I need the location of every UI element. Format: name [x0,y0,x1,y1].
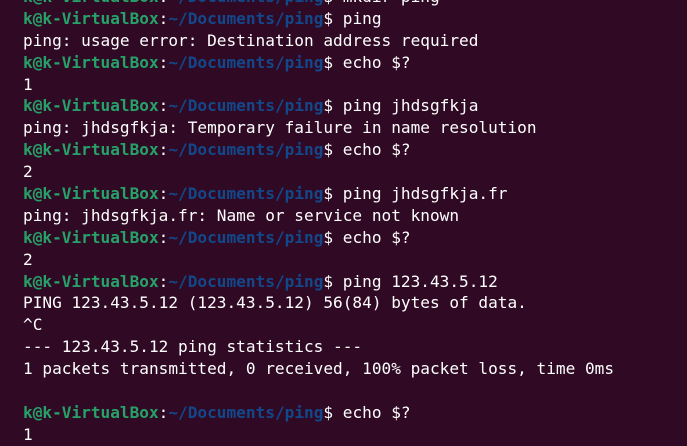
prompt-user-host: k@k-VirtualBox [23,184,159,204]
output-text: PING 123.43.5.12 (123.43.5.12) 56(84) by… [23,293,527,313]
command-text: mkdir ping [343,0,440,6]
output-line: 2 [23,161,687,183]
output-text: --- 123.43.5.12 ping statistics --- [23,337,363,357]
output-line: 1 [23,74,687,96]
prompt-path: ~/Documents/ping [168,271,324,291]
prompt-symbol: $ [323,0,342,6]
prompt-colon: : [159,0,169,6]
prompt-symbol: $ [323,184,343,204]
output-text: ping: jhdsgfkja: Temporary failure in na… [23,118,537,138]
prompt-symbol: $ [323,402,343,422]
prompt-line: k@k-VirtualBox:~/Documents/ping$ echo $? [23,52,687,74]
output-text: 2 [23,249,33,269]
prompt-line: k@k-VirtualBox:~/Documents/ping$ echo $? [23,139,687,161]
prompt-path: ~/Documents/ping [168,227,324,247]
command-text: ping 123.43.5.12 [342,271,498,291]
prompt-user-host: k@k-VirtualBox [23,402,159,422]
terminal-output: k@k-VirtualBox:~/Documents/ping$ mkdir p… [23,0,687,446]
prompt-line: k@k-VirtualBox:~/Documents/ping$ echo $? [23,227,687,249]
prompt-path: ~/Documents/ping [168,402,324,422]
command-text: ping jhdsgfkja.fr [342,184,508,204]
prompt-path: ~/Documents/ping [168,96,324,116]
prompt-path: ~/Documents/ping [168,140,324,160]
prompt-user-host: k@k-VirtualBox [23,52,159,72]
prompt-symbol: $ [323,96,343,116]
prompt-path: ~/Documents/ping [168,8,324,28]
prompt-colon: : [158,184,169,204]
prompt-path: ~/Documents/ping [168,52,324,72]
prompt-colon: : [158,271,169,291]
output-line: PING 123.43.5.12 (123.43.5.12) 56(84) by… [23,292,687,314]
prompt-symbol: $ [323,52,343,72]
output-line: 1 [23,424,687,446]
prompt-symbol: $ [323,227,343,247]
prompt-symbol: $ [323,140,343,160]
prompt-symbol: $ [323,271,343,291]
output-line: ping: usage error: Destination address r… [23,30,687,52]
prompt-user-host: k@k-VirtualBox [23,271,159,291]
terminal-window[interactable]: k@k-VirtualBox:~/Documents/ping$ mkdir p… [0,0,687,446]
prompt-colon: : [158,140,169,160]
command-text: ping jhdsgfkja [342,96,479,116]
command-text: ping [342,8,382,28]
prompt-line: k@k-VirtualBox:~/Documents/ping$ ping jh… [23,183,687,205]
output-line: ping: jhdsgfkja.fr: Name or service not … [23,205,687,227]
prompt-path: ~/Documents/ping [168,184,324,204]
prompt-colon: : [158,96,169,116]
prompt-colon: : [158,227,169,247]
prompt-colon: : [158,52,169,72]
output-text: 1 packets transmitted, 0 received, 100% … [23,359,615,379]
prompt-user-host: k@k-VirtualBox [23,96,159,116]
prompt-line: k@k-VirtualBox:~/Documents/ping$ ping 12… [23,271,687,293]
prompt-line: k@k-VirtualBox:~/Documents/ping$ ping [23,8,687,30]
output-line: ^C [23,314,687,336]
prompt-symbol: $ [323,8,343,28]
output-line: --- 123.43.5.12 ping statistics --- [23,336,687,358]
output-text: 1 [23,424,33,444]
prompt-user-host: k@k-VirtualBox [23,140,159,160]
prompt-path: ~/Documents/ping [168,0,323,6]
prompt-user-host: k@k-VirtualBox [23,0,159,6]
prompt-colon: : [158,402,169,422]
output-text: ping: jhdsgfkja.fr: Name or service not … [23,205,460,225]
prompt-user-host: k@k-VirtualBox [23,227,159,247]
prompt-line: k@k-VirtualBox:~/Documents/ping$ ping jh… [23,95,687,117]
output-text: 2 [23,162,33,182]
command-text: echo $? [342,402,411,422]
prompt-colon: : [158,8,169,28]
prompt-line: k@k-VirtualBox:~/Documents/ping$ echo $? [23,402,687,424]
command-text: echo $? [342,140,411,160]
output-text: ping: usage error: Destination address r… [23,30,479,50]
command-text: echo $? [342,52,411,72]
prompt-user-host: k@k-VirtualBox [23,8,159,28]
prompt-line: k@k-VirtualBox:~/Documents/ping$ mkdir p… [23,0,687,8]
output-text: ^C [23,315,43,335]
command-text: echo $? [342,227,411,247]
output-line: 2 [23,249,687,271]
output-text: 1 [23,74,33,94]
output-line: ping: jhdsgfkja: Temporary failure in na… [23,117,687,139]
output-line: 1 packets transmitted, 0 received, 100% … [23,358,687,380]
